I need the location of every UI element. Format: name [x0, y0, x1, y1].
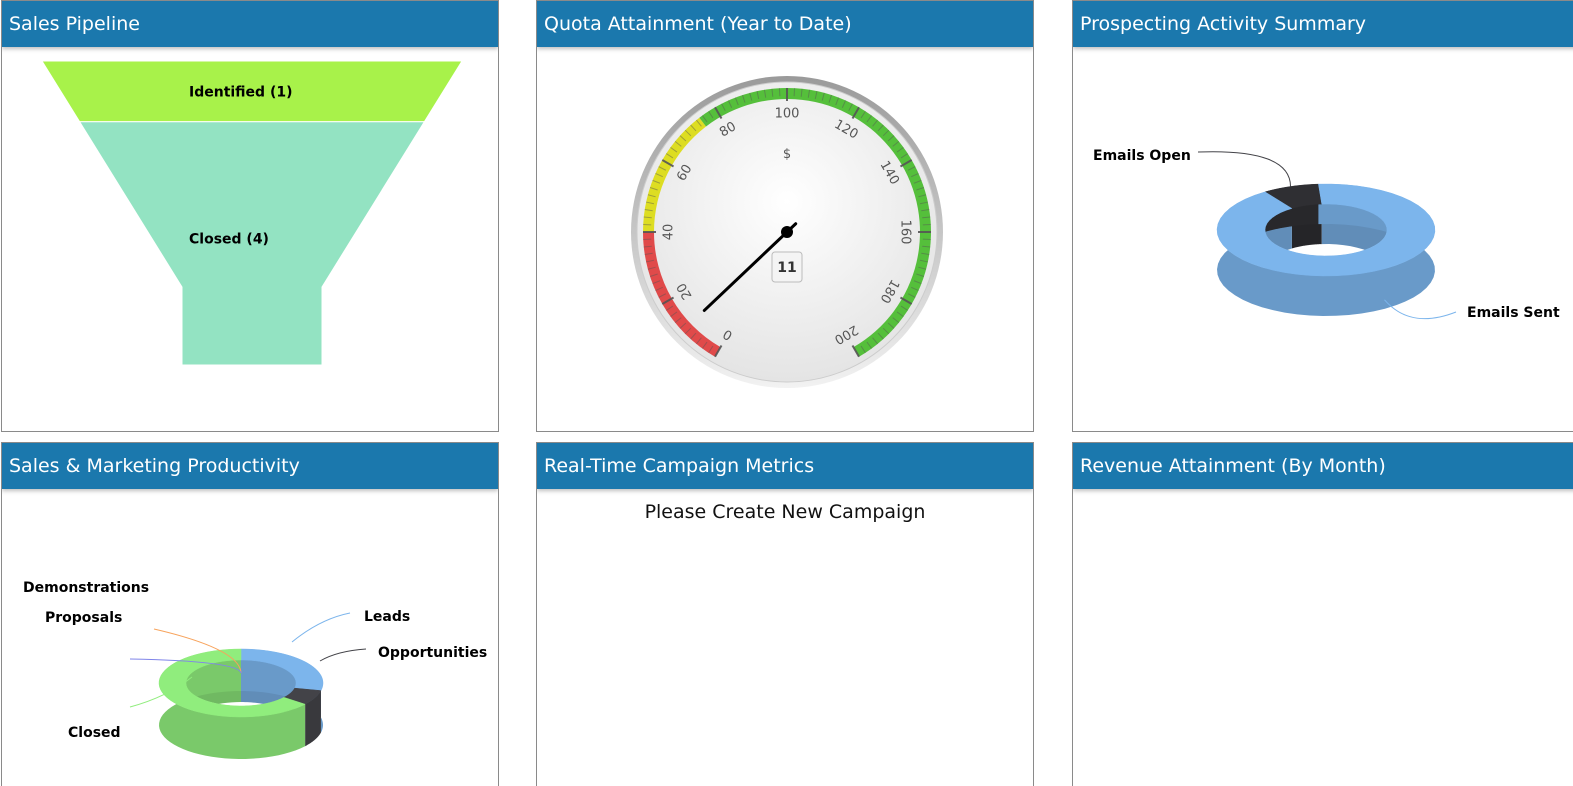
revenue-chart-area	[1073, 489, 1573, 786]
panel-campaign-metrics: Real-Time Campaign Metrics Please Create…	[536, 442, 1034, 786]
empty-campaign-message: Please Create New Campaign	[644, 501, 926, 523]
slice-label: Emails Sent	[1467, 305, 1560, 321]
prospecting-donut-chart: Emails Open Emails Sent	[1093, 148, 1560, 321]
gauge-unit: $	[783, 147, 791, 162]
productivity-chart: Leads Opportunities Closed Demonstrations Pr…	[2, 489, 498, 786]
gauge-chart: 020406080100120140160180200$11	[631, 76, 943, 388]
gauge-tick-label: 100	[775, 107, 800, 122]
quota-chart: 0 20 40 60 80 100 120 140 160 180 200 $11	[537, 47, 1033, 431]
label-connector	[319, 648, 367, 662]
panel-productivity: Sales & Marketing Productivity Leads Oppo…	[1, 442, 499, 786]
slice-label: Opportunities	[378, 645, 487, 661]
panel-prospecting-activity: Prospecting Activity Summary Emails Open…	[1072, 0, 1573, 432]
gauge-pivot	[781, 226, 793, 238]
funnel-chart: Identified (1) Closed (4)	[41, 60, 463, 366]
label-connector	[291, 612, 351, 643]
slice-label: Closed	[68, 725, 121, 741]
funnel-label: Closed (4)	[189, 231, 269, 247]
prospecting-chart: Emails Open Emails Sent	[1073, 47, 1573, 431]
panel-quota-attainment: Quota Attainment (Year to Date) 0 20 40 60 8…	[536, 0, 1034, 432]
funnel-label: Identified (1)	[189, 84, 293, 100]
panel-title: Prospecting Activity Summary	[1073, 1, 1573, 47]
sales-pipeline-chart: Identified (1) Closed (4)	[2, 47, 498, 431]
slice-label: Emails Open	[1093, 148, 1191, 164]
gauge-tick-label: 40	[662, 224, 677, 241]
panel-title: Real-Time Campaign Metrics	[537, 443, 1033, 489]
slice-label: Leads	[364, 609, 410, 625]
panel-title: Sales Pipeline	[2, 1, 498, 47]
panel-title: Revenue Attainment (By Month)	[1073, 443, 1573, 489]
slice-label: Demonstrations	[23, 580, 149, 596]
panel-revenue-attainment: Revenue Attainment (By Month)	[1072, 442, 1573, 786]
panel-title: Quota Attainment (Year to Date)	[537, 1, 1033, 47]
panel-sales-pipeline: Sales Pipeline Identified (1) Closed (4)	[1, 0, 499, 432]
slice-label: Proposals	[45, 610, 122, 626]
panel-title: Sales & Marketing Productivity	[2, 443, 498, 489]
label-connector	[1197, 151, 1292, 187]
campaign-body: Please Create New Campaign	[537, 489, 1033, 786]
gauge-tick-label: 160	[898, 220, 913, 245]
gauge-value-label: 11	[777, 260, 796, 276]
productivity-donut-chart: Leads Opportunities Closed Demonstrations Pr…	[23, 580, 487, 759]
